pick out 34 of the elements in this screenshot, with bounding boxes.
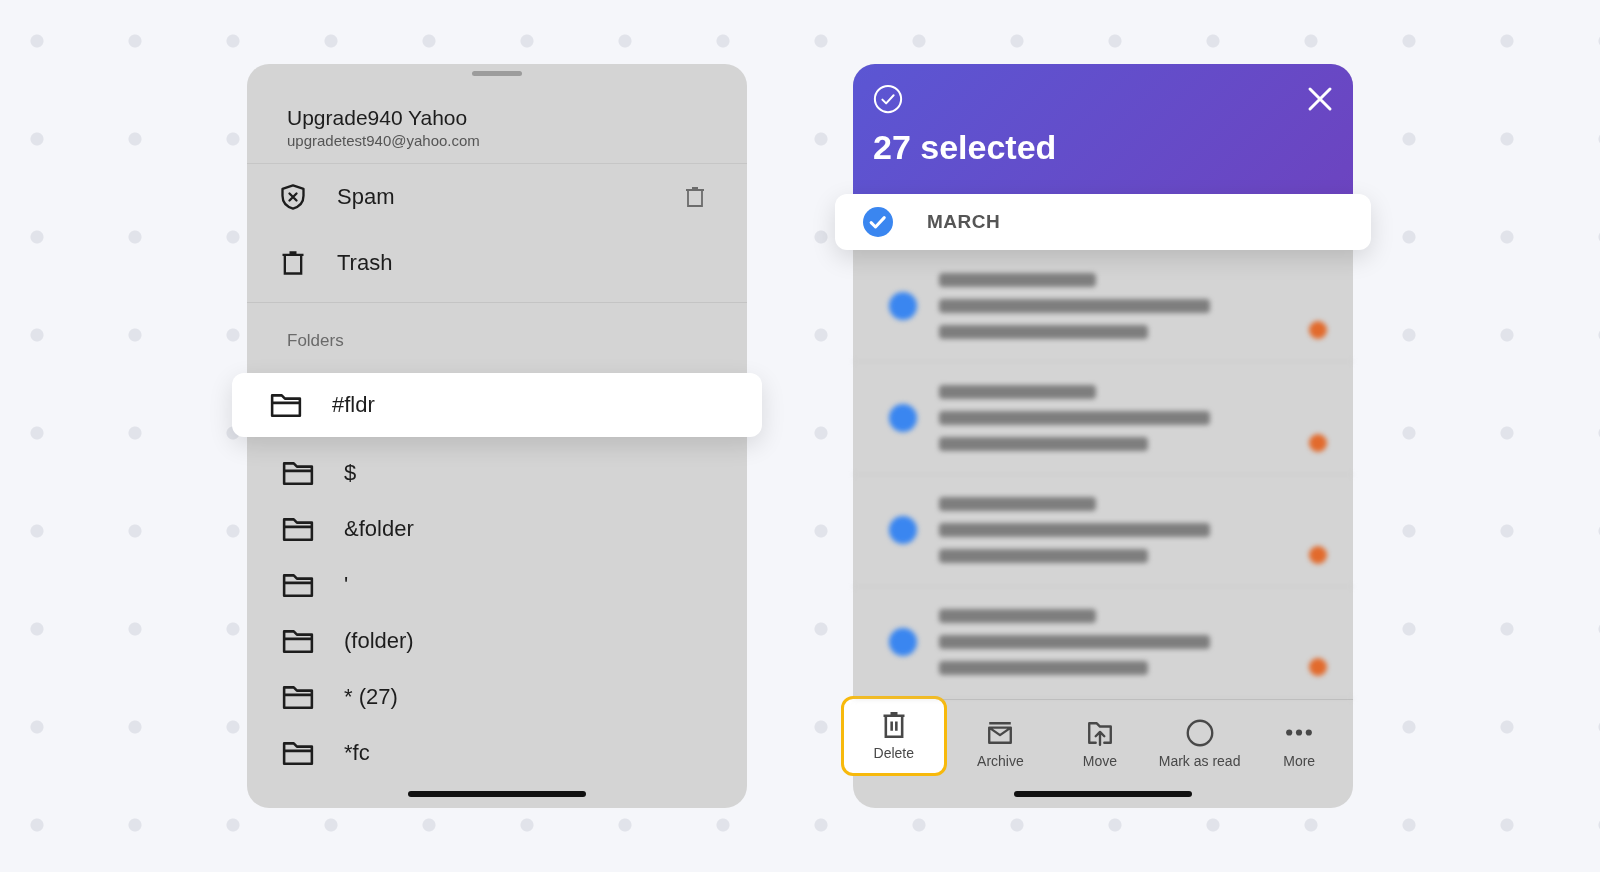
folder-item[interactable]: #fldr (232, 373, 762, 437)
archive-tray-icon (986, 719, 1015, 747)
toolbar-button[interactable]: Delete (841, 696, 947, 776)
circle-icon (1185, 719, 1214, 747)
selection-count: 27 selected (873, 128, 1058, 167)
account-email: upgradetest940@yahoo.com (287, 132, 481, 149)
toolbar-button[interactable]: Mark as read (1149, 706, 1250, 782)
folder-icon (282, 739, 314, 767)
folder-icon (282, 683, 314, 711)
folder-icon (282, 459, 314, 487)
check-circle-icon[interactable] (873, 84, 903, 114)
empty-folder-button[interactable] (683, 184, 707, 210)
account-name: Upgrade940 Yahoo (287, 106, 469, 130)
checkbox-icon[interactable] (863, 207, 893, 237)
toolbar-button[interactable]: More (1249, 706, 1349, 782)
folder-item[interactable]: &folder (247, 501, 747, 557)
folder-label[interactable]: Spam (337, 184, 655, 210)
section-heading: Folders (286, 330, 345, 352)
folder-upload-icon (1086, 719, 1114, 747)
folder-item[interactable]: ' (247, 557, 747, 613)
folder-item[interactable]: *fc (247, 725, 747, 781)
folder-icon (270, 391, 302, 419)
toolbar-button[interactable]: Archive (950, 706, 1051, 782)
more-icon (1285, 729, 1314, 736)
folder-icon (282, 627, 314, 655)
month-group-row[interactable]: MARCH (835, 194, 1371, 250)
folder-label[interactable]: Trash (337, 250, 707, 276)
folder-icon (282, 571, 314, 599)
folder-item[interactable]: (folder) (247, 613, 747, 669)
toolbar-button[interactable]: Move (1050, 706, 1150, 782)
folder-icon (282, 515, 314, 543)
drag-handle[interactable] (472, 71, 522, 76)
folder-item[interactable]: $ (247, 445, 747, 501)
folder-item[interactable]: * (27) (247, 669, 747, 725)
